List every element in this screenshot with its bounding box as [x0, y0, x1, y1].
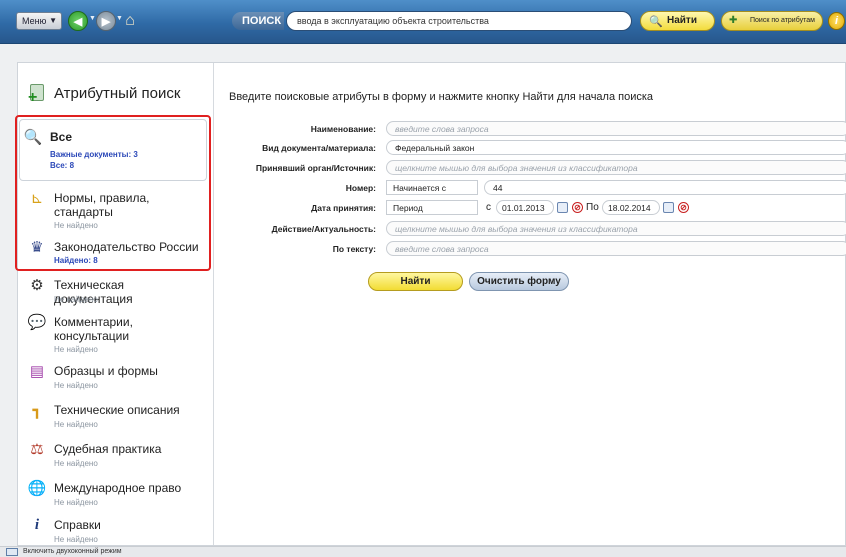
sidebar-item-count: Не найдено: [54, 498, 98, 507]
search-icon: 🔍: [649, 16, 663, 28]
menu-label: Меню: [22, 16, 47, 26]
date-to-label: По: [586, 202, 599, 213]
form-row-doc-type: Вид документа/материала: Федеральный зак…: [208, 140, 846, 156]
sidebar-item-court-practice[interactable]: ⚖ Судебная практика Не найдено: [24, 440, 209, 470]
field-label: Номер:: [345, 183, 376, 193]
date-to-input[interactable]: 18.02.2014: [602, 200, 660, 215]
info-icon: i: [34, 516, 40, 533]
clear-form-button[interactable]: Очистить форму: [469, 272, 569, 291]
sidebar-item-count: Не найдено: [54, 381, 98, 390]
date-from-input[interactable]: 01.01.2013: [496, 200, 554, 215]
find-button[interactable]: 🔍 Найти: [640, 11, 715, 31]
main-panel: + Атрибутный поиск 🔍 Все Важные документ…: [15, 62, 846, 546]
attribute-search-button[interactable]: ✚ Поиск по атрибутам: [721, 11, 823, 31]
submit-search-button[interactable]: Найти: [368, 272, 463, 291]
dual-window-icon[interactable]: [6, 548, 18, 556]
search-instructions: Введите поисковые атрибуты в форму и наж…: [229, 91, 654, 103]
date-mode-select[interactable]: Период: [386, 200, 478, 215]
field-label: Действие/Актуальность:: [271, 224, 376, 234]
text-query-input[interactable]: введите слова запроса: [386, 241, 846, 256]
help-button[interactable]: i: [828, 12, 845, 30]
form-row-number: Номер: Начинается с 44 ⊘: [208, 180, 846, 196]
sidebar-item-label: Международное право: [54, 481, 182, 495]
chat-icon: 💬: [27, 314, 47, 331]
sidebar-item-count: Не найдено: [54, 420, 98, 429]
sidebar-title: + Атрибутный поиск: [28, 83, 181, 106]
sidebar-item-tech-descriptions[interactable]: ┓ Технические описания Не найдено: [24, 401, 209, 431]
date-from-label: с: [486, 202, 491, 213]
sidebar-item-label: Комментарии, консультации: [54, 315, 133, 343]
sidebar-item-comments[interactable]: 💬 Комментарии, консультации Не найдено: [24, 313, 209, 357]
gears-icon: ⚙: [30, 277, 44, 294]
home-icon: ⌂: [125, 12, 135, 29]
dual-window-toggle[interactable]: Включить двухоконный режим: [23, 548, 122, 555]
form-row-authority: Принявший орган/Источник: щелкните мышью…: [208, 160, 846, 176]
selection-highlight: [15, 115, 211, 271]
sidebar-item-count: Не найдено: [54, 345, 98, 354]
sidebar-item-count: Не найдено: [54, 459, 98, 468]
scales-icon: ⚖: [30, 441, 44, 458]
sidebar-item-international-law[interactable]: 🌐 Международное право Не найдено: [24, 479, 209, 509]
attribute-search-icon: +: [28, 83, 48, 106]
menu-button[interactable]: Меню ▼: [16, 12, 62, 30]
sidebar-item-label: Справки: [54, 518, 101, 532]
clear-icon[interactable]: ⊘: [678, 202, 689, 213]
search-input[interactable]: [286, 11, 632, 31]
status-input[interactable]: щелкните мышью для выбора значения из кл…: [386, 221, 846, 236]
sidebar-item-count: Не найдено: [54, 295, 98, 304]
field-label: Дата принятия:: [311, 203, 376, 213]
attribute-search-label: Поиск по атрибутам: [750, 17, 815, 24]
calendar-icon[interactable]: [663, 202, 674, 213]
doc-type-input[interactable]: Федеральный закон: [386, 140, 846, 155]
sidebar: + Атрибутный поиск 🔍 Все Важные документ…: [15, 63, 214, 545]
search-label: ПОИСК: [232, 12, 284, 30]
sidebar-title-text: Атрибутный поиск: [54, 84, 181, 102]
number-mode-select[interactable]: Начинается с: [386, 180, 478, 195]
chevron-down-icon: ▼: [49, 16, 57, 25]
clear-icon[interactable]: ⊘: [572, 202, 583, 213]
find-button-label: Найти: [667, 15, 697, 26]
sidebar-item-forms[interactable]: ▤ Образцы и формы Не найдено: [24, 362, 209, 392]
add-document-icon: ✚: [729, 15, 738, 26]
forward-button[interactable]: ▶: [96, 11, 116, 31]
number-input[interactable]: 44: [484, 180, 846, 195]
sidebar-item-tech-docs[interactable]: ⚙ Техническая документация Не найдено: [24, 276, 209, 306]
globe-icon: 🌐: [27, 480, 47, 497]
sidebar-item-label: Технические описания: [54, 403, 180, 417]
arrow-left-icon: ◀: [73, 15, 83, 28]
tech-icon: ┓: [32, 402, 42, 419]
field-label: Наименование:: [310, 124, 376, 134]
form-row-status: Действие/Актуальность: щелкните мышью дл…: [208, 221, 846, 237]
form-icon: ▤: [29, 363, 45, 380]
home-button[interactable]: ⌂: [120, 11, 140, 31]
back-history-dropdown[interactable]: ▼: [89, 15, 96, 22]
form-row-date: Дата принятия: Период с 01.01.2013 ⊘ По …: [208, 200, 838, 216]
form-row-name: Наименование: введите слова запроса ⊘: [208, 121, 846, 137]
sidebar-item-count: Не найдено: [54, 535, 98, 544]
authority-input[interactable]: щелкните мышью для выбора значения из кл…: [386, 160, 846, 175]
field-label: Вид документа/материала:: [262, 143, 376, 153]
top-toolbar: Меню ▼ ◀ ▼ ▶ ▼ ⌂ ПОИСК 🔍 Найти ✚ Поиск п…: [0, 0, 846, 44]
sidebar-item-references[interactable]: i Справки Не найдено: [24, 516, 209, 545]
calendar-icon[interactable]: [557, 202, 568, 213]
field-label: Принявший орган/Источник:: [255, 163, 376, 173]
arrow-right-icon: ▶: [101, 15, 111, 28]
form-row-text: По тексту: введите слова запроса ⊘: [208, 241, 846, 257]
name-input[interactable]: введите слова запроса: [386, 121, 846, 136]
status-bar: Включить двухоконный режим: [0, 546, 846, 557]
field-label: По тексту:: [332, 244, 376, 254]
sidebar-item-label: Образцы и формы: [54, 364, 158, 378]
sidebar-item-label: Судебная практика: [54, 442, 162, 456]
back-button[interactable]: ◀: [68, 11, 88, 31]
